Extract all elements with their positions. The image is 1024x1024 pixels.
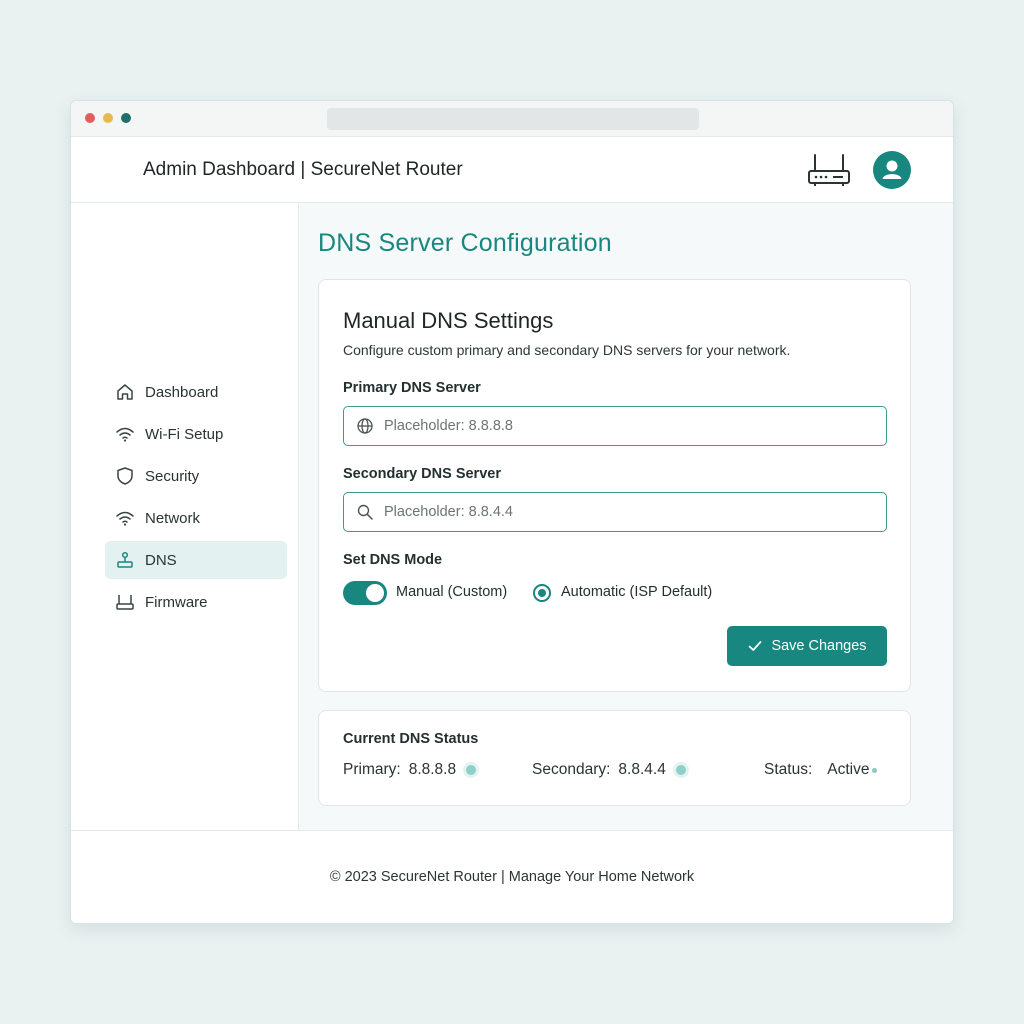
automatic-mode-label: Automatic (ISP Default) [561,584,713,600]
footer-text: © 2023 SecureNet Router | Manage Your Ho… [329,869,695,885]
browser-window: Admin Dashboard | SecureNet Router Dashb… [70,100,954,924]
page-title: DNS Server Configuration [318,229,612,257]
connection-status: Status: Active [764,761,878,779]
app-header: Admin Dashboard | SecureNet Router [71,137,953,203]
footer: © 2023 SecureNet Router | Manage Your Ho… [71,830,953,923]
minimize-window-button[interactable] [103,113,113,123]
primary-status-label: Primary: [343,761,401,778]
manual-mode-label: Manual (Custom) [396,584,508,600]
status-card-title: Current DNS Status [343,731,479,747]
primary-status-indicator [466,765,477,775]
main-content: DNS Server Configuration Manual DNS Sett… [300,203,953,830]
sidebar-item-wifi-setup[interactable]: Wi-Fi Setup [105,415,287,453]
dns-mode-label: Set DNS Mode [343,552,443,568]
wifi-icon [116,511,134,526]
status-value: Active [827,761,870,778]
toggle-knob [366,584,384,602]
sidebar: Dashboard Wi-Fi Setup Security Network D… [71,203,299,830]
sidebar-item-label: Dashboard [145,383,219,401]
sidebar-item-label: Network [145,509,201,527]
close-window-button[interactable] [85,113,95,123]
status-label: Status: [764,761,813,778]
manual-dns-settings-card: Manual DNS Settings Configure custom pri… [318,279,911,692]
address-bar[interactable] [327,108,699,130]
save-changes-button[interactable]: Save Changes [727,626,887,666]
dns-status-card: Current DNS Status Primary: 8.8.8.8 Seco… [318,710,911,806]
search-icon [357,504,373,520]
user-icon [882,160,902,179]
primary-dns-label: Primary DNS Server [343,380,481,396]
automatic-mode-radio[interactable] [533,584,551,602]
router-icon [116,595,134,610]
primary-status: Primary: 8.8.8.8 [343,761,477,779]
maximize-window-button[interactable] [121,113,131,123]
sidebar-item-dns[interactable]: DNS [105,541,287,579]
save-button-label: Save Changes [771,638,867,654]
sidebar-item-label: Firmware [145,593,208,611]
secondary-status: Secondary: 8.8.4.4 [532,761,686,779]
secondary-status-label: Secondary: [532,761,611,778]
card-title: Manual DNS Settings [343,308,554,333]
globe-icon [357,418,373,434]
router-icon[interactable] [807,151,851,189]
manual-mode-toggle[interactable] [343,581,387,605]
window-chrome [71,101,953,137]
home-icon [117,384,133,400]
dns-icon [117,551,133,568]
sidebar-item-security[interactable]: Security [105,457,287,495]
secondary-status-indicator [675,765,686,775]
sidebar-item-network[interactable]: Network [105,499,287,537]
primary-dns-input[interactable] [384,418,864,434]
sidebar-item-firmware[interactable]: Firmware [105,583,287,621]
checkmark-icon [749,641,762,651]
wifi-icon [116,427,134,442]
sidebar-item-label: Security [145,467,200,485]
radio-dot [538,589,546,597]
sidebar-item-dashboard[interactable]: Dashboard [105,373,287,411]
sidebar-item-label: Wi-Fi Setup [145,425,224,443]
primary-dns-field[interactable] [343,406,887,446]
secondary-dns-input[interactable] [384,504,864,520]
user-avatar[interactable] [873,151,911,189]
secondary-dns-label: Secondary DNS Server [343,466,501,482]
sidebar-item-label: DNS [145,551,177,569]
secondary-status-value: 8.8.4.4 [618,761,666,778]
app-title: Admin Dashboard | SecureNet Router [143,159,463,180]
secondary-dns-field[interactable] [343,492,887,532]
status-indicator [872,767,878,773]
primary-status-value: 8.8.8.8 [408,761,457,778]
card-description: Configure custom primary and secondary D… [343,342,791,358]
shield-icon [117,467,133,485]
